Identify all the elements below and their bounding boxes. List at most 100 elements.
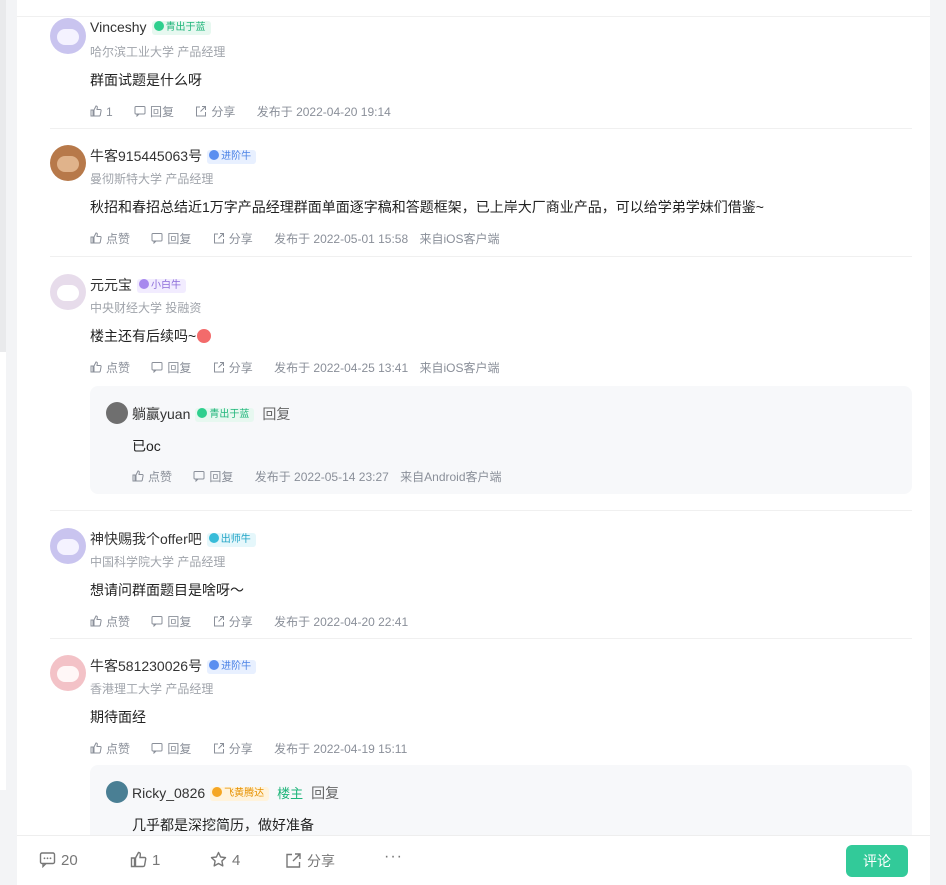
reply-actions: 点赞 回复 发布于 2022-05-14 23:27 来自Android客户端 [132,468,510,485]
username-text[interactable]: Ricky_0826 [132,785,205,801]
post-time: 发布于 2022-04-20 22:41 [274,615,409,629]
thumbs-up-icon [90,361,102,373]
post-time: 发布于 2022-04-25 13:41 [274,361,409,375]
like-label: 点赞 [148,470,173,484]
like-button[interactable]: 点赞 [90,742,130,756]
reply-link[interactable]: 回复 [262,406,290,422]
client-source: 来自Android客户端 [400,470,502,484]
username-text[interactable]: 躺赢yuan [132,406,190,422]
reply-button[interactable]: 回复 [193,470,233,484]
username[interactable]: 神快赐我个offer吧 出师牛 [90,529,256,549]
comment-panel: Vinceshy 青出于蓝 哈尔滨工业大学 产品经理 群面试题是什么呀 1 回复 … [17,0,930,884]
reply-button[interactable]: 回复 [134,105,174,119]
avatar[interactable] [50,274,86,310]
badge-label: 进阶牛 [221,661,252,672]
reply-content: 几乎都是深挖简历，做好准备 [132,817,314,833]
comment-button[interactable]: 评论 [846,845,908,877]
level-badge: 进阶牛 [207,660,257,674]
username[interactable]: 牛客581230026号 进阶牛 [90,656,257,676]
reply-button[interactable]: 回复 [151,232,191,246]
share-button[interactable]: 分享 [213,615,253,629]
like-button[interactable]: 点赞 [90,361,130,375]
like-button[interactable]: 点赞 [90,232,130,246]
avatar[interactable] [106,781,128,803]
comment-count-button[interactable]: 20 [39,851,78,869]
comment-actions: 点赞 回复 分享 发布于 2022-04-25 13:41 来自iOS客户端 [90,359,508,376]
reply-label: 回复 [167,742,192,756]
client-source: 来自iOS客户端 [419,361,500,375]
avatar[interactable] [50,528,86,564]
comment-content: 秋招和春招总结近1万字产品经理群面单面逐字稿和答题框架，已上岸大厂商业产品，可以… [90,199,764,215]
level-badge: 飞黄腾达 [210,787,270,801]
avatar[interactable] [50,145,86,181]
username-text[interactable]: 牛客581230026号 [90,658,202,674]
comment-item: 神快赐我个offer吧 出师牛 中国科学院大学 产品经理 想请问群面题目是啥呀～ … [50,528,912,639]
client-source: 来自iOS客户端 [419,232,500,246]
comment-item: 牛客915445063号 进阶牛 曼彻斯特大学 产品经理 秋招和春招总结近1万字产… [50,145,912,257]
user-school: 中国科学院大学 产品经理 [90,555,226,569]
username[interactable]: 元元宝 小白牛 [90,275,186,295]
comment-icon [151,615,163,627]
share-icon [213,615,225,627]
star-icon [210,851,227,868]
badge-label: 进阶牛 [221,151,252,162]
share-label: 分享 [211,105,236,119]
share-button[interactable]: 分享 [285,851,335,871]
comment-icon [151,361,163,373]
badge-label: 青出于蓝 [209,409,250,420]
reply-label: 回复 [167,615,192,629]
level-badge: 出师牛 [206,533,256,547]
post-time: 发布于 2022-05-14 23:27 [254,470,389,484]
reply-link[interactable]: 回复 [311,785,339,801]
share-icon [213,361,225,373]
comment-actions: 点赞 回复 分享 发布于 2022-05-01 15:58 来自iOS客户端 [90,230,508,247]
share-button[interactable]: 分享 [213,361,253,375]
badge-label: 小白牛 [151,280,181,291]
reply-button[interactable]: 回复 [151,742,191,756]
thumbs-up-icon [90,742,102,754]
comment-content: 期待面经 [90,709,146,725]
avatar[interactable] [106,402,128,424]
reply-button[interactable]: 回复 [151,361,191,375]
share-label: 分享 [228,232,253,246]
reply-content: 已oc [132,438,161,454]
emoji-icon [197,329,212,343]
reply-label: 回复 [167,232,192,246]
more-button[interactable]: ··· [384,848,403,866]
post-time: 发布于 2022-04-20 19:14 [256,105,391,119]
like-label: 点赞 [106,742,131,756]
left-edge-shade [0,0,6,352]
avatar[interactable] [50,655,86,691]
thumbs-up-icon [90,105,102,117]
badge-label: 飞黄腾达 [224,788,265,799]
username-text[interactable]: Vinceshy [90,19,147,35]
share-button[interactable]: 分享 [213,232,253,246]
like-button[interactable]: 1 [130,851,160,869]
thumbs-up-icon [132,470,144,482]
badge-label: 青出于蓝 [165,22,206,33]
favorite-count: 4 [232,852,241,869]
username-text[interactable]: 神快赐我个offer吧 [90,531,202,547]
more-icon: ··· [384,848,403,865]
username[interactable]: 牛客915445063号 进阶牛 [90,146,257,166]
reply-button[interactable]: 回复 [151,615,191,629]
avatar[interactable] [50,18,86,54]
like-label: 点赞 [106,232,131,246]
username-text[interactable]: 牛客915445063号 [90,148,202,164]
divider [17,16,930,17]
comment-actions: 1 回复 分享 发布于 2022-04-20 19:14 [90,103,399,120]
reply-label: 回复 [167,361,192,375]
share-button[interactable]: 分享 [195,105,235,119]
username-text[interactable]: 元元宝 [90,277,132,293]
reply-thread: 躺赢yuan 青出于蓝 回复 已oc 点赞 回复 发布于 2022-05-14 23… [90,386,912,494]
reply-label: 回复 [209,470,234,484]
share-button[interactable]: 分享 [213,742,253,756]
favorite-button[interactable]: 4 [210,851,240,869]
scrollbar-track[interactable] [930,0,946,884]
like-button[interactable]: 1 [90,105,113,119]
username[interactable]: Vinceshy 青出于蓝 [90,19,211,35]
like-button[interactable]: 点赞 [132,470,172,484]
share-label: 分享 [228,742,253,756]
like-button[interactable]: 点赞 [90,615,130,629]
share-icon [213,742,225,754]
